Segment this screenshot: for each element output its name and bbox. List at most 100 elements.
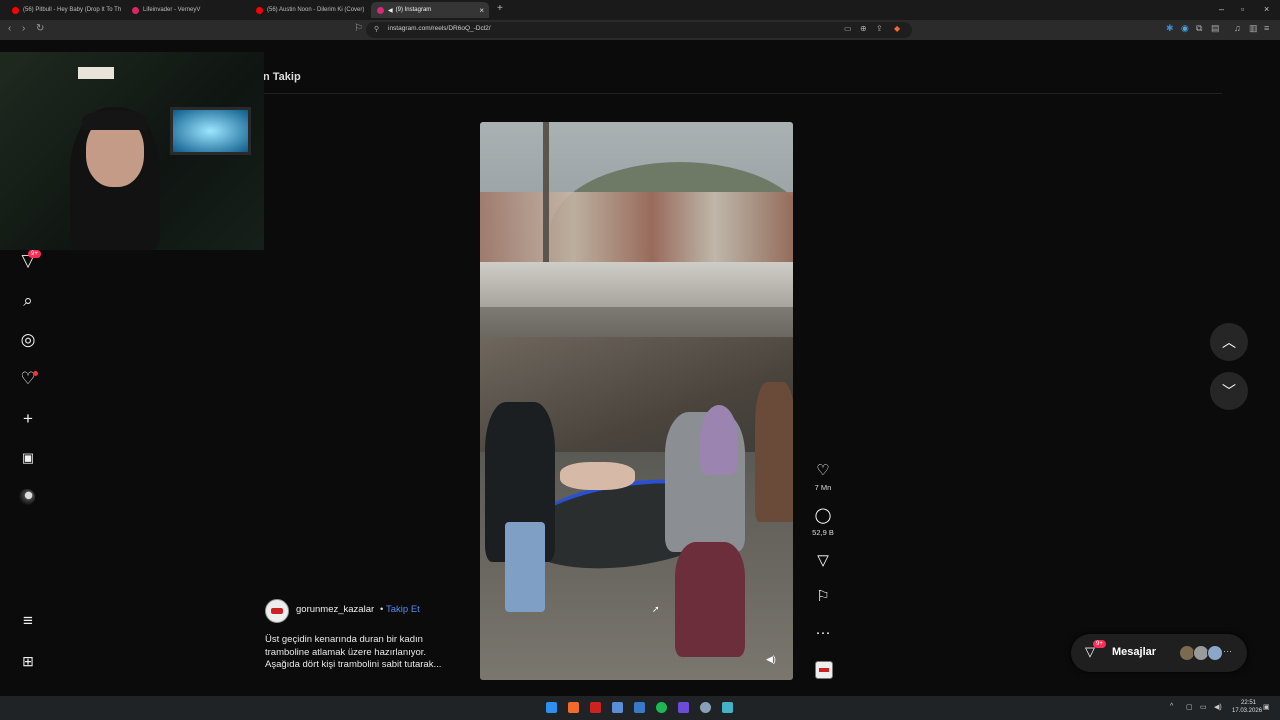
menu-icon[interactable]: ≡ — [1264, 23, 1269, 33]
tab-label: (9) Instagram — [395, 7, 432, 13]
tab-strip: (56) Pitbull - Hey Baby (Drop It To Th L… — [0, 0, 1280, 20]
new-tab-button[interactable]: + — [497, 3, 503, 14]
settings-icon[interactable] — [700, 702, 711, 713]
ac-unit-image — [78, 67, 114, 79]
close-icon[interactable]: × — [479, 6, 484, 15]
extension-icon[interactable]: ✱ — [1166, 23, 1174, 34]
brave-shield-icon[interactable]: ◆ — [894, 24, 900, 33]
start-icon[interactable] — [546, 702, 557, 713]
mouse-cursor-icon: ➚ — [652, 604, 660, 614]
app-icon[interactable] — [678, 702, 689, 713]
contact-avatar — [1207, 645, 1223, 661]
reel-video[interactable]: ➚ ◀) — [480, 122, 793, 680]
chevron-up-icon[interactable]: ^ — [1170, 703, 1173, 710]
navigation-bar: ‹ › ↻ ⚐ ⚲ instagram.com/reels/DR6oQ_-Dcl… — [0, 20, 1280, 40]
tab-label: (56) Pitbull - Hey Baby (Drop It To Th — [23, 7, 122, 13]
video-scene — [755, 382, 793, 522]
previous-reel-button[interactable]: ︿ — [1210, 323, 1248, 361]
cast-icon[interactable]: ▭ — [844, 24, 852, 33]
tab-label: (56) Austin Noon - Dilerim Ki (Cover) — [267, 7, 365, 13]
sidebar-toggle-icon[interactable]: ▤ — [1211, 23, 1220, 34]
comment-icon[interactable]: ◯ — [812, 505, 834, 525]
tab-austin-noon[interactable]: (56) Austin Noon - Dilerim Ki (Cover) — [250, 2, 368, 18]
next-reel-button[interactable]: ﹀ — [1210, 372, 1248, 410]
caption-line: Üst geçidin kenarında duran bir kadın — [265, 634, 423, 645]
notification-badge: 9+ — [28, 250, 41, 258]
like-count: 7 Mn — [814, 483, 832, 492]
tab-lifeinvader[interactable]: Lifeinvader - VerneyV — [126, 2, 244, 18]
video-scene — [480, 262, 793, 307]
tray-icon[interactable]: ▢ — [1186, 703, 1193, 711]
minimize-icon[interactable]: – — [1219, 4, 1224, 14]
headphones-image — [82, 110, 148, 130]
app-icon[interactable] — [634, 702, 645, 713]
video-scene — [560, 462, 635, 490]
monitor-image — [170, 107, 251, 155]
site-info-icon[interactable]: ⚲ — [374, 25, 379, 33]
volume-icon[interactable]: ◀) — [1214, 703, 1222, 711]
reload-icon[interactable]: ↻ — [36, 23, 44, 34]
url-text: instagram.com/reels/DR6oQ_-Dcl2/ — [388, 25, 491, 32]
volume-icon[interactable]: ◀) — [766, 654, 776, 665]
youtube-icon — [256, 6, 263, 14]
panel-icon[interactable]: ▥ — [1249, 23, 1258, 34]
author-username[interactable]: gorunmez_kazalar — [296, 604, 374, 615]
brave-icon[interactable] — [568, 702, 579, 713]
create-plus-icon[interactable]: + — [17, 408, 39, 430]
separator-dot: • — [380, 604, 384, 615]
zoom-icon[interactable]: ⊕ — [860, 24, 867, 33]
profile-avatar[interactable] — [19, 489, 35, 505]
notepad-icon[interactable] — [722, 702, 733, 713]
video-scene — [700, 405, 738, 475]
address-bar[interactable]: ⚲ instagram.com/reels/DR6oQ_-Dcl2/ ▭ ⊕ ⇪… — [366, 22, 912, 38]
app-icon[interactable] — [590, 702, 601, 713]
tab-instagram[interactable]: ◀︎ (9) Instagram × — [371, 2, 489, 18]
back-icon[interactable]: ‹ — [8, 23, 11, 34]
insights-icon[interactable]: ▣ — [17, 447, 39, 469]
notification-icon[interactable]: ▣ — [1263, 703, 1270, 711]
messages-label: Mesajlar — [1112, 646, 1157, 658]
forward-icon[interactable]: › — [22, 23, 25, 34]
maximize-icon[interactable]: ▫ — [1241, 4, 1244, 14]
menu-icon[interactable]: ≡ — [17, 610, 39, 632]
caption-line[interactable]: Aşağıda dört kişi trambolini sabit tutar… — [265, 659, 441, 670]
messages-button[interactable]: ▽ 9+ Mesajlar ··· — [1071, 634, 1247, 672]
clock-time[interactable]: 22:51 — [1241, 700, 1256, 706]
video-scene — [505, 522, 545, 612]
chevron-down-icon: ﹀ — [1222, 383, 1236, 399]
network-icon[interactable]: ▭ — [1200, 703, 1207, 711]
more-options-icon[interactable]: ··· — [812, 622, 834, 642]
video-scene — [675, 542, 745, 657]
audio-thumbnail[interactable] — [815, 661, 833, 679]
spotify-icon[interactable] — [656, 702, 667, 713]
share-send-icon[interactable]: ▽ — [812, 550, 834, 570]
explore-icon[interactable]: ◎ — [17, 329, 39, 351]
extension-icon[interactable]: ◉ — [1181, 23, 1189, 34]
like-heart-icon[interactable]: ♡ — [812, 460, 834, 480]
tab-pitbull[interactable]: (56) Pitbull - Hey Baby (Drop It To Th — [6, 2, 124, 18]
clock-date[interactable]: 17.03.2026 — [1232, 708, 1262, 714]
app-icon[interactable] — [612, 702, 623, 713]
youtube-icon — [12, 6, 19, 14]
tab-label: Lifeinvader - VerneyV — [143, 7, 201, 13]
site-icon — [132, 6, 139, 14]
divider — [262, 93, 1222, 94]
share-icon[interactable]: ⇪ — [876, 24, 883, 33]
header-follow-label[interactable]: n Takip — [263, 71, 301, 83]
video-scene — [480, 192, 793, 272]
media-icon[interactable]: ♫ — [1234, 23, 1241, 33]
caption-line: tramboline atlamak üzere hazırlanıyor. — [265, 647, 427, 658]
author-avatar[interactable] — [265, 599, 289, 623]
webcam-overlay — [0, 52, 264, 250]
extensions-icon[interactable]: ⧉ — [1196, 23, 1202, 34]
save-bookmark-icon[interactable]: ⚐ — [812, 586, 834, 606]
windows-taskbar: ^ ▢ ▭ ◀) 22:51 17.03.2026 ▣ — [0, 696, 1280, 720]
threads-apps-icon[interactable]: ⊞ — [17, 650, 39, 672]
speaker-icon: ◀︎ — [388, 7, 393, 14]
close-window-icon[interactable]: × — [1264, 4, 1269, 14]
bookmark-icon[interactable]: ⚐ — [354, 23, 363, 34]
search-icon[interactable]: ⌕ — [17, 290, 39, 312]
comment-count: 52,9 B — [812, 528, 834, 537]
follow-button[interactable]: Takip Et — [386, 604, 420, 615]
chevron-up-icon: ︿ — [1222, 334, 1236, 350]
